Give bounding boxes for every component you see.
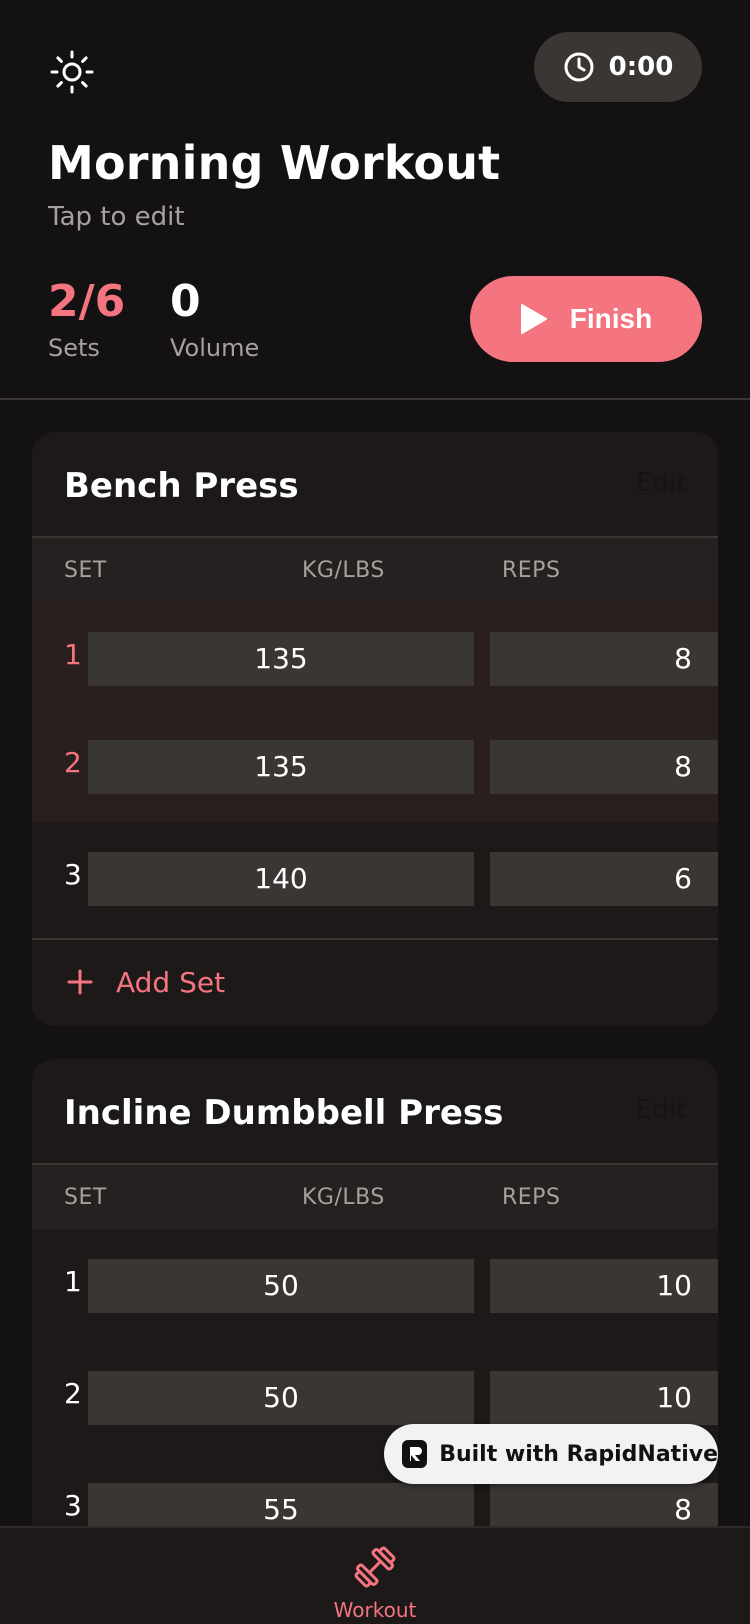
workout-screen: 0:00 Morning Workout Tap to edit 2/6 Set… [0,0,750,1624]
play-icon [520,303,548,335]
set-row: 1 50 10 [32,1229,718,1341]
weight-input[interactable]: 140 [88,852,474,906]
set-row: 3 140 6 [32,822,718,934]
set-number[interactable]: 1 [64,638,82,671]
sets-label: Sets [48,334,100,362]
reps-input[interactable]: 10 [490,1371,718,1425]
reps-input[interactable]: 6 [490,852,718,906]
workout-header: 0:00 Morning Workout Tap to edit 2/6 Set… [0,0,750,400]
column-header-weight: KG/LBS [302,1185,385,1210]
column-header-set: SET [64,1185,107,1210]
exercise-name: Incline Dumbbell Press [64,1093,504,1133]
theme-toggle-button[interactable] [48,48,96,96]
edit-exercise-button[interactable]: Edit [636,1095,686,1125]
column-header-weight: KG/LBS [302,558,385,583]
sets-count: 2/6 [48,276,126,327]
add-set-label: Add Set [116,966,226,999]
clock-icon [563,51,595,83]
column-header-set: SET [64,558,107,583]
weight-input[interactable]: 135 [88,632,474,686]
sun-icon [50,50,94,94]
tab-workout[interactable]: Workout [300,1528,450,1624]
header-divider [0,398,750,400]
weight-input[interactable]: 135 [88,740,474,794]
weight-input[interactable]: 50 [88,1371,474,1425]
weight-input[interactable]: 50 [88,1259,474,1313]
column-header-reps: REPS [502,1185,561,1210]
rapidnative-logo-icon [402,1440,428,1468]
set-number[interactable]: 2 [64,1377,82,1410]
set-row: 1 135 8 [32,602,718,714]
reps-input[interactable]: 8 [490,740,718,794]
set-number[interactable]: 3 [64,858,82,891]
finish-label: Finish [569,303,653,334]
timer-value: 0:00 [608,52,674,82]
set-number[interactable]: 2 [64,746,82,779]
bottom-tab-bar: Workout [0,1526,750,1624]
sets-table-header: SET KG/LBS REPS [32,536,718,602]
badge-label: Built with RapidNative [439,1441,718,1467]
column-header-reps: REPS [502,558,561,583]
reps-input[interactable]: 8 [490,632,718,686]
workout-timer-button[interactable]: 0:00 [534,32,702,102]
exercise-name: Bench Press [64,466,299,506]
sets-table-header: SET KG/LBS REPS [32,1163,718,1229]
plus-icon [66,968,94,996]
set-number[interactable]: 3 [64,1489,82,1522]
set-row: 2 135 8 [32,710,718,822]
edit-exercise-button[interactable]: Edit [636,468,686,498]
set-number[interactable]: 1 [64,1265,82,1298]
dumbbell-icon [352,1544,398,1590]
built-with-rapidnative-badge[interactable]: Built with RapidNative [384,1424,718,1484]
workout-subtitle: Tap to edit [48,202,185,232]
workout-title[interactable]: Morning Workout [48,136,500,190]
reps-input[interactable]: 10 [490,1259,718,1313]
volume-value: 0 [170,276,201,327]
tab-label: Workout [333,1598,417,1622]
finish-button[interactable]: Finish [470,276,702,362]
volume-label: Volume [170,334,260,362]
add-set-button[interactable]: Add Set [32,938,718,1026]
exercise-card-bench-press: Bench Press Edit SET KG/LBS REPS 1 135 8… [32,432,718,1026]
